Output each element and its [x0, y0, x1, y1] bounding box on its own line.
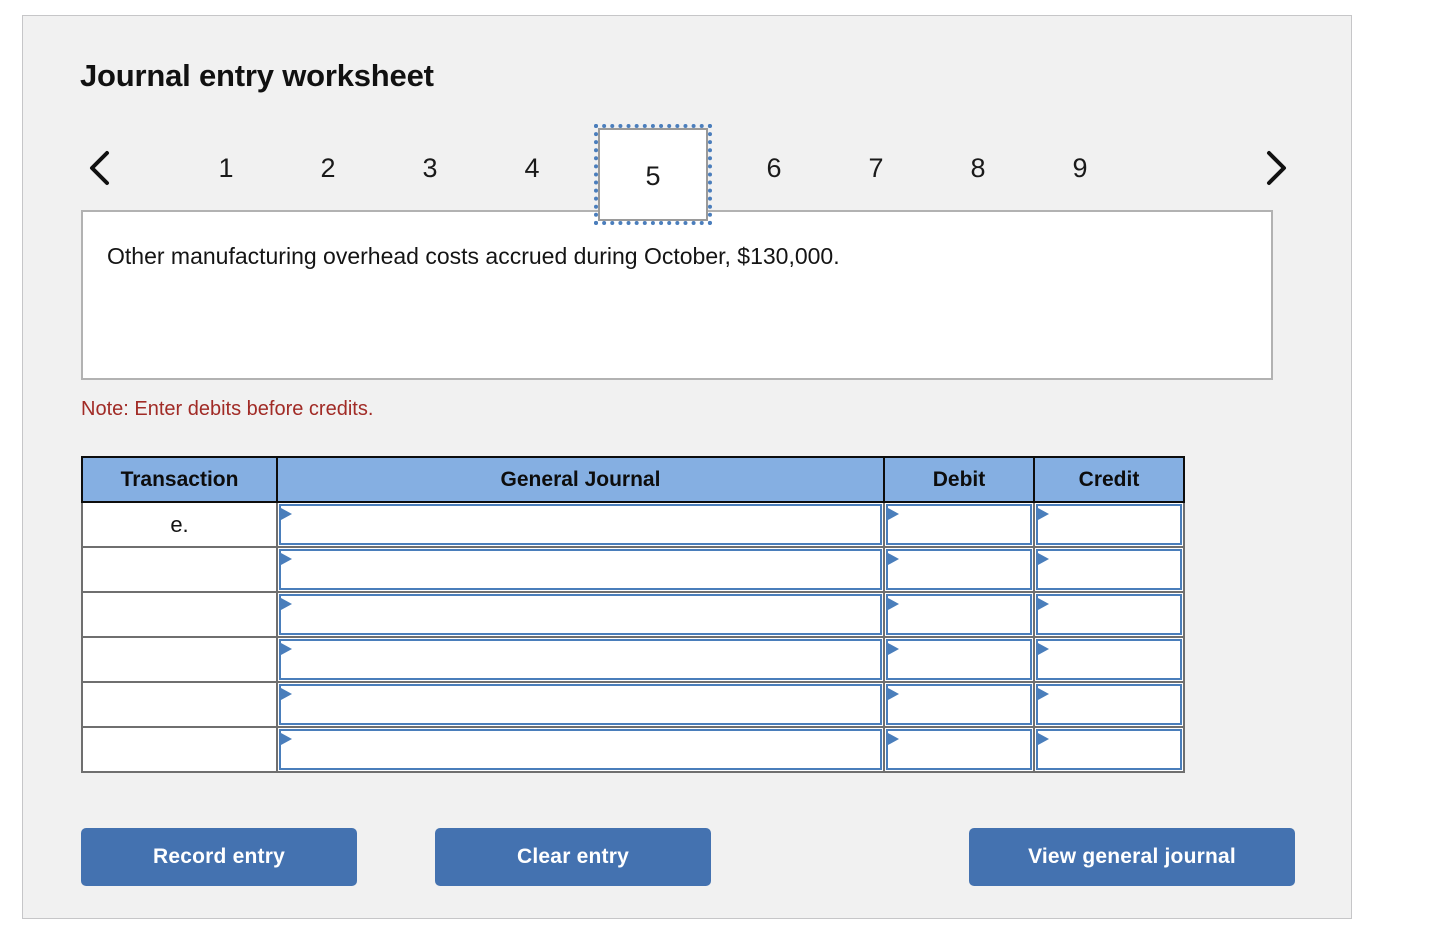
credit-input-cell	[1034, 502, 1184, 547]
general-journal-input[interactable]	[279, 594, 882, 635]
debit-input[interactable]	[886, 504, 1032, 545]
debit-input[interactable]	[886, 684, 1032, 725]
table-row	[82, 682, 1184, 727]
clear-entry-button[interactable]: Clear entry	[435, 828, 711, 886]
credit-input[interactable]	[1036, 684, 1182, 725]
page-title: Journal entry worksheet	[80, 58, 434, 94]
tab-list: 123456789	[190, 121, 1190, 216]
general-journal-input[interactable]	[279, 504, 882, 545]
tab-1[interactable]: 1	[190, 145, 262, 191]
credit-input-cell	[1034, 637, 1184, 682]
tab-4[interactable]: 4	[496, 145, 568, 191]
general-journal-input-cell	[277, 592, 884, 637]
tab-6[interactable]: 6	[738, 145, 810, 191]
credit-input[interactable]	[1036, 504, 1182, 545]
debit-input[interactable]	[886, 639, 1032, 680]
transaction-cell: e.	[82, 502, 277, 547]
tab-3[interactable]: 3	[394, 145, 466, 191]
transaction-cell	[82, 727, 277, 772]
general-journal-input[interactable]	[279, 684, 882, 725]
column-header-credit: Credit	[1034, 457, 1184, 502]
tab-2[interactable]: 2	[292, 145, 364, 191]
credit-input-cell	[1034, 682, 1184, 727]
transaction-cell	[82, 682, 277, 727]
general-journal-input-cell	[277, 502, 884, 547]
transaction-description-box: Other manufacturing overhead costs accru…	[81, 210, 1273, 380]
table-row	[82, 592, 1184, 637]
previous-tab-button[interactable]	[80, 145, 120, 191]
debit-input-cell	[884, 547, 1034, 592]
general-journal-input[interactable]	[279, 729, 882, 770]
credit-input[interactable]	[1036, 729, 1182, 770]
transaction-cell	[82, 592, 277, 637]
credit-input[interactable]	[1036, 594, 1182, 635]
journal-table-body: e.	[82, 502, 1184, 772]
debit-input[interactable]	[886, 549, 1032, 590]
general-journal-input-cell	[277, 682, 884, 727]
column-header-transaction: Transaction	[82, 457, 277, 502]
general-journal-input-cell	[277, 637, 884, 682]
column-header-debit: Debit	[884, 457, 1034, 502]
debit-input-cell	[884, 682, 1034, 727]
transaction-cell	[82, 547, 277, 592]
credit-input-cell	[1034, 547, 1184, 592]
credit-input[interactable]	[1036, 549, 1182, 590]
record-entry-button[interactable]: Record entry	[81, 828, 357, 886]
debit-input[interactable]	[886, 594, 1032, 635]
general-journal-input-cell	[277, 727, 884, 772]
table-row	[82, 547, 1184, 592]
next-tab-button[interactable]	[1255, 145, 1295, 191]
debits-before-credits-note: Note: Enter debits before credits.	[81, 398, 373, 421]
credit-input-cell	[1034, 727, 1184, 772]
transaction-cell	[82, 637, 277, 682]
table-header-row: Transaction General Journal Debit Credit	[82, 457, 1184, 502]
general-journal-input-cell	[277, 547, 884, 592]
debit-input-cell	[884, 502, 1034, 547]
view-general-journal-button[interactable]: View general journal	[969, 828, 1295, 886]
transaction-description-text: Other manufacturing overhead costs accru…	[107, 242, 1251, 272]
table-row	[82, 727, 1184, 772]
column-header-general-journal: General Journal	[277, 457, 884, 502]
debit-input-cell	[884, 637, 1034, 682]
tab-8[interactable]: 8	[942, 145, 1014, 191]
tab-5[interactable]: 5	[598, 128, 708, 221]
chevron-left-icon	[87, 148, 113, 188]
journal-entry-table: Transaction General Journal Debit Credit…	[81, 456, 1185, 773]
tab-7[interactable]: 7	[840, 145, 912, 191]
journal-entry-worksheet-panel: Journal entry worksheet 123456789 Other …	[22, 15, 1352, 919]
debit-input-cell	[884, 727, 1034, 772]
debit-input-cell	[884, 592, 1034, 637]
debit-input[interactable]	[886, 729, 1032, 770]
chevron-right-icon	[1262, 148, 1288, 188]
table-row: e.	[82, 502, 1184, 547]
general-journal-input[interactable]	[279, 549, 882, 590]
general-journal-input[interactable]	[279, 639, 882, 680]
credit-input-cell	[1034, 592, 1184, 637]
tab-strip: 123456789	[80, 121, 1295, 216]
table-row	[82, 637, 1184, 682]
credit-input[interactable]	[1036, 639, 1182, 680]
tab-9[interactable]: 9	[1044, 145, 1116, 191]
